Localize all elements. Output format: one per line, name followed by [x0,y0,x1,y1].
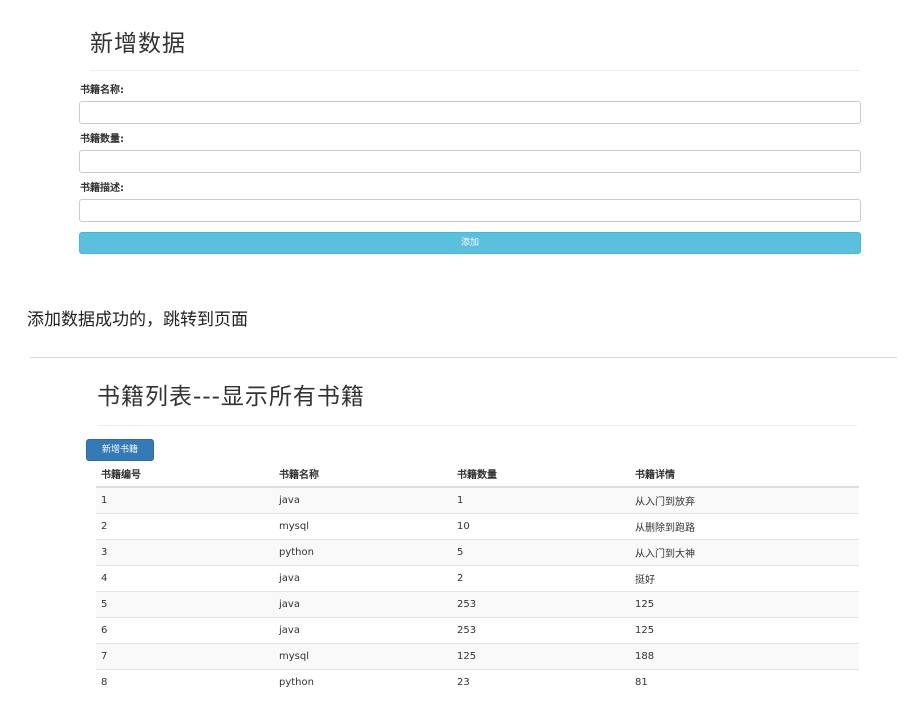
cell-book-count: 253 [452,617,630,644]
cell-book-name: python [279,677,314,688]
add-submit-button[interactable]: 添加 [79,232,861,254]
column-header-id: 书籍编号 [96,461,274,488]
cell-book-name: java [274,617,452,644]
cell-book-detail: 125 [630,617,859,644]
cell-book-name: java [274,487,452,514]
cell-book-detail: 从入门到大神 [630,539,859,566]
cell-book-id: 2 [96,513,274,540]
cell-book-id: 3 [96,539,274,566]
cell-book-name: python [274,539,452,566]
table-row: 2 mysql 10 从删除到跑路 [96,513,859,540]
cell-book-name: mysql [274,643,452,670]
add-form-title: 新增数据 [90,31,186,57]
cell-book-id: 7 [96,643,274,670]
column-header-count: 书籍数量 [452,461,630,488]
cell-book-count: 10 [452,513,630,540]
cell-book-detail: 188 [630,643,859,670]
table-row: 6 java 253 125 [96,617,859,644]
cell-book-id: 8 [101,677,108,688]
cell-book-detail: 从删除到跑路 [630,513,859,540]
book-desc-input[interactable] [79,199,861,222]
book-desc-label: 书籍描述: [80,183,124,194]
book-list-title: 书籍列表---显示所有书籍 [97,384,365,410]
add-title-divider [90,70,860,71]
table-row: 8 python 23 81 [96,670,859,696]
cell-book-count: 2 [452,565,630,592]
table-header-row: 书籍编号 书籍名称 书籍数量 书籍详情 [96,461,859,488]
cell-book-id: 5 [96,591,274,618]
cell-book-detail: 81 [635,677,648,688]
cell-book-count: 23 [457,677,470,688]
book-name-input[interactable] [79,101,861,124]
cell-book-detail: 挺好 [630,565,859,592]
cell-book-count: 5 [452,539,630,566]
cell-book-name: java [274,591,452,618]
table-row: 3 python 5 从入门到大神 [96,539,859,566]
table-row: 5 java 253 125 [96,591,859,618]
cell-book-id: 1 [96,487,274,514]
cell-book-detail: 从入门到放弃 [630,487,859,514]
cell-book-id: 6 [96,617,274,644]
cell-book-count: 253 [452,591,630,618]
page: 新增数据 书籍名称: 书籍数量: 书籍描述: 添加 添加数据成功的，跳转到页面 … [0,0,911,725]
new-book-button[interactable]: 新增书籍 [86,439,154,461]
book-table: 书籍编号 书籍名称 书籍数量 书籍详情 1 java 1 从入门到放弃 2 my… [96,461,859,695]
table-row: 7 mysql 125 188 [96,643,859,670]
table-row: 4 java 2 挺好 [96,565,859,592]
book-name-label: 书籍名称: [80,85,124,96]
book-count-label: 书籍数量: [80,134,124,145]
cell-book-count: 125 [452,643,630,670]
cell-book-count: 1 [452,487,630,514]
table-row: 1 java 1 从入门到放弃 [96,487,859,514]
section-divider [30,357,897,358]
column-header-detail: 书籍详情 [630,461,859,488]
cell-book-detail: 125 [630,591,859,618]
column-header-name: 书籍名称 [274,461,452,488]
book-count-input[interactable] [79,150,861,173]
cell-book-name: mysql [274,513,452,540]
list-title-divider [97,425,857,426]
cell-book-name: java [274,565,452,592]
redirect-note: 添加数据成功的，跳转到页面 [27,310,248,330]
cell-book-id: 4 [96,565,274,592]
